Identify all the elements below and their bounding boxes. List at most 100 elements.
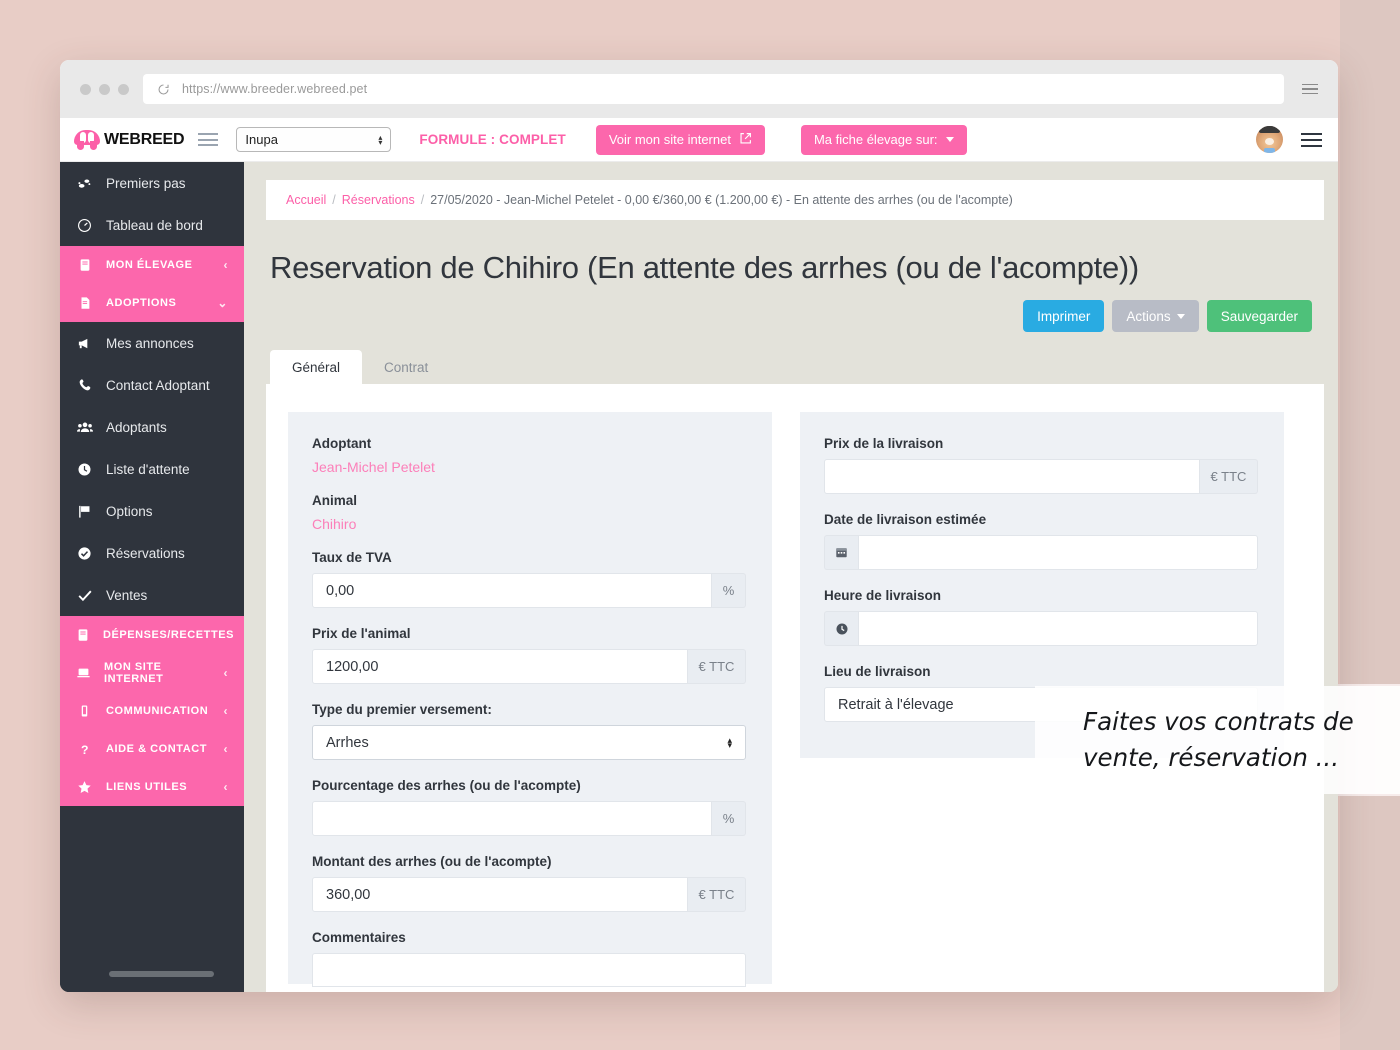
brand-logo-group[interactable]: WEBREED — [74, 129, 185, 150]
heure-livraison-label: Heure de livraison — [824, 588, 942, 603]
sidebar-item-tableau-de-bord[interactable]: Tableau de bord — [60, 204, 244, 246]
field-date-livraison: Date de livraison estimée — [824, 512, 1258, 570]
avatar[interactable] — [1256, 126, 1283, 153]
lieu-livraison-input[interactable]: Retrait à l'élevage — [824, 687, 1258, 722]
type-versement-label: Type du premier versement: — [312, 702, 492, 717]
adoptant-link[interactable]: Jean-Michel Petelet — [312, 459, 746, 475]
pourcentage-arrhes-input[interactable] — [312, 801, 712, 836]
sidebar-item-options[interactable]: Options — [60, 490, 244, 532]
file-icon — [76, 296, 93, 310]
sidebar-item-label: Mes annonces — [106, 335, 194, 351]
sidebar-item-liste-attente[interactable]: Liste d'attente — [60, 448, 244, 490]
actions-dropdown-button[interactable]: Actions — [1112, 300, 1199, 332]
sidebar-item-reservations[interactable]: Réservations — [60, 532, 244, 574]
chevron-left-icon: ‹ — [223, 258, 228, 272]
star-icon — [76, 780, 93, 795]
sidebar-item-label: Liste d'attente — [106, 461, 190, 477]
breadcrumb-home-link[interactable]: Accueil — [286, 193, 326, 207]
field-lieu-livraison: Lieu de livraison Retrait à l'élevage — [824, 664, 1258, 722]
ma-fiche-elevage-label: Ma fiche élevage sur: — [813, 132, 938, 147]
sidebar-item-ventes[interactable]: Ventes — [60, 574, 244, 616]
prix-animal-input[interactable]: 1200,00 — [312, 649, 688, 684]
sidebar-group-liens-utiles[interactable]: LIENS UTILES ‹ — [60, 768, 244, 806]
date-livraison-input[interactable] — [858, 535, 1258, 570]
taux-tva-input[interactable]: 0,00 — [312, 573, 712, 608]
sidebar-group-label: AIDE & CONTACT — [106, 743, 207, 755]
chevron-down-icon — [945, 137, 954, 142]
field-montant-arrhes: Montant des arrhes (ou de l'acompte) 360… — [312, 854, 746, 912]
percent-addon: % — [712, 801, 746, 836]
lieu-livraison-label: Lieu de livraison — [824, 664, 931, 679]
reload-icon[interactable] — [157, 83, 170, 96]
field-pourcentage-arrhes: Pourcentage des arrhes (ou de l'acompte)… — [312, 778, 746, 836]
app-body: Premiers pas Tableau de bord MON ÉLEVAGE… — [60, 162, 1338, 992]
chevron-left-icon: ‹ — [223, 666, 228, 680]
external-link-icon — [739, 132, 752, 148]
prix-livraison-input[interactable] — [824, 459, 1200, 494]
breadcrumb-section-link[interactable]: Réservations — [342, 193, 415, 207]
type-versement-value: Arrhes — [326, 734, 369, 751]
animal-link[interactable]: Chihiro — [312, 516, 746, 532]
window-traffic-lights[interactable] — [80, 83, 129, 95]
main-content: Accueil / Réservations / 27/05/2020 - Je… — [244, 162, 1338, 992]
sidebar-item-adoptants[interactable]: Adoptants — [60, 406, 244, 448]
sidebar-group-label: MON ÉLEVAGE — [106, 259, 193, 271]
minimize-window-button[interactable] — [99, 83, 110, 95]
formule-label: FORMULE : COMPLET — [419, 132, 566, 147]
sidebar-group-aide-contact[interactable]: ? AIDE & CONTACT ‹ — [60, 730, 244, 768]
sidebar-group-label: MON SITE INTERNET — [104, 661, 164, 685]
sidebar-horizontal-scrollbar[interactable] — [109, 971, 214, 977]
check-circle-icon — [76, 546, 93, 561]
user-menu-icon[interactable] — [1301, 132, 1322, 147]
sidebar: Premiers pas Tableau de bord MON ÉLEVAGE… — [60, 162, 251, 992]
breadcrumb-separator: / — [420, 193, 425, 207]
topbar-right-group — [1256, 126, 1322, 153]
sidebar-group-depenses-recettes[interactable]: DÉPENSES/RECETTES ‹ — [60, 616, 251, 654]
sauvegarder-button[interactable]: Sauvegarder — [1206, 300, 1312, 332]
field-prix-animal: Prix de l'animal 1200,00 € TTC — [312, 626, 746, 684]
book-icon — [76, 258, 93, 272]
close-window-button[interactable] — [80, 83, 91, 95]
maximize-window-button[interactable] — [118, 83, 129, 95]
sidebar-item-mes-annonces[interactable]: Mes annonces — [60, 322, 244, 364]
calendar-icon[interactable] — [824, 535, 858, 570]
field-prix-livraison: Prix de la livraison € TTC — [824, 436, 1258, 494]
clock-icon[interactable] — [824, 611, 858, 646]
form-panel: Adoptant Jean-Michel Petelet Animal Chih… — [266, 384, 1324, 992]
url-text: https://www.breeder.webreed.pet — [182, 82, 368, 96]
sauvegarder-label: Sauvegarder — [1220, 308, 1298, 324]
sidebar-item-label: Options — [106, 503, 153, 519]
field-type-versement: Type du premier versement: Arrhes ▴ ▾ — [312, 702, 746, 760]
ma-fiche-elevage-button[interactable]: Ma fiche élevage sur: — [800, 124, 967, 155]
browser-menu-icon[interactable] — [1298, 83, 1318, 95]
phone-icon — [76, 378, 93, 392]
euro-ttc-addon: € TTC — [1200, 459, 1258, 494]
sidebar-group-adoptions[interactable]: ADOPTIONS ⌄ — [60, 284, 244, 322]
svg-text:?: ? — [81, 742, 89, 756]
tab-contrat[interactable]: Contrat — [362, 350, 450, 384]
commentaires-textarea[interactable] — [312, 953, 746, 987]
sidebar-group-mon-site-internet[interactable]: MON SITE INTERNET ‹ — [60, 654, 244, 692]
taux-tva-label: Taux de TVA — [312, 550, 392, 565]
chevron-left-icon: ‹ — [223, 742, 228, 756]
tab-general[interactable]: Général — [270, 350, 363, 384]
book-icon — [76, 628, 90, 642]
euro-ttc-addon: € TTC — [688, 649, 746, 684]
sidebar-toggle-icon[interactable] — [198, 133, 219, 146]
type-versement-select[interactable]: Arrhes ▴ ▾ — [312, 725, 746, 760]
sidebar-item-premiers-pas[interactable]: Premiers pas — [60, 162, 244, 204]
sidebar-group-mon-elevage[interactable]: MON ÉLEVAGE ‹ — [60, 246, 244, 284]
url-bar[interactable]: https://www.breeder.webreed.pet — [143, 74, 1284, 104]
imprimer-button[interactable]: Imprimer — [1023, 300, 1105, 332]
elevage-select[interactable]: Inupa ▴ ▾ — [236, 127, 392, 152]
breadcrumb-current: 27/05/2020 - Jean-Michel Petelet - 0,00 … — [430, 193, 1013, 207]
sidebar-item-contact-adoptant[interactable]: Contact Adoptant — [60, 364, 244, 406]
voir-mon-site-button[interactable]: Voir mon site internet — [595, 124, 765, 155]
animal-label: Animal — [312, 493, 358, 508]
montant-arrhes-input[interactable]: 360,00 — [312, 877, 688, 912]
megaphone-icon — [76, 336, 93, 351]
adoptant-label: Adoptant — [312, 436, 372, 451]
sidebar-group-communication[interactable]: COMMUNICATION ‹ — [60, 692, 244, 730]
dashboard-icon — [76, 218, 93, 233]
heure-livraison-input[interactable] — [858, 611, 1258, 646]
